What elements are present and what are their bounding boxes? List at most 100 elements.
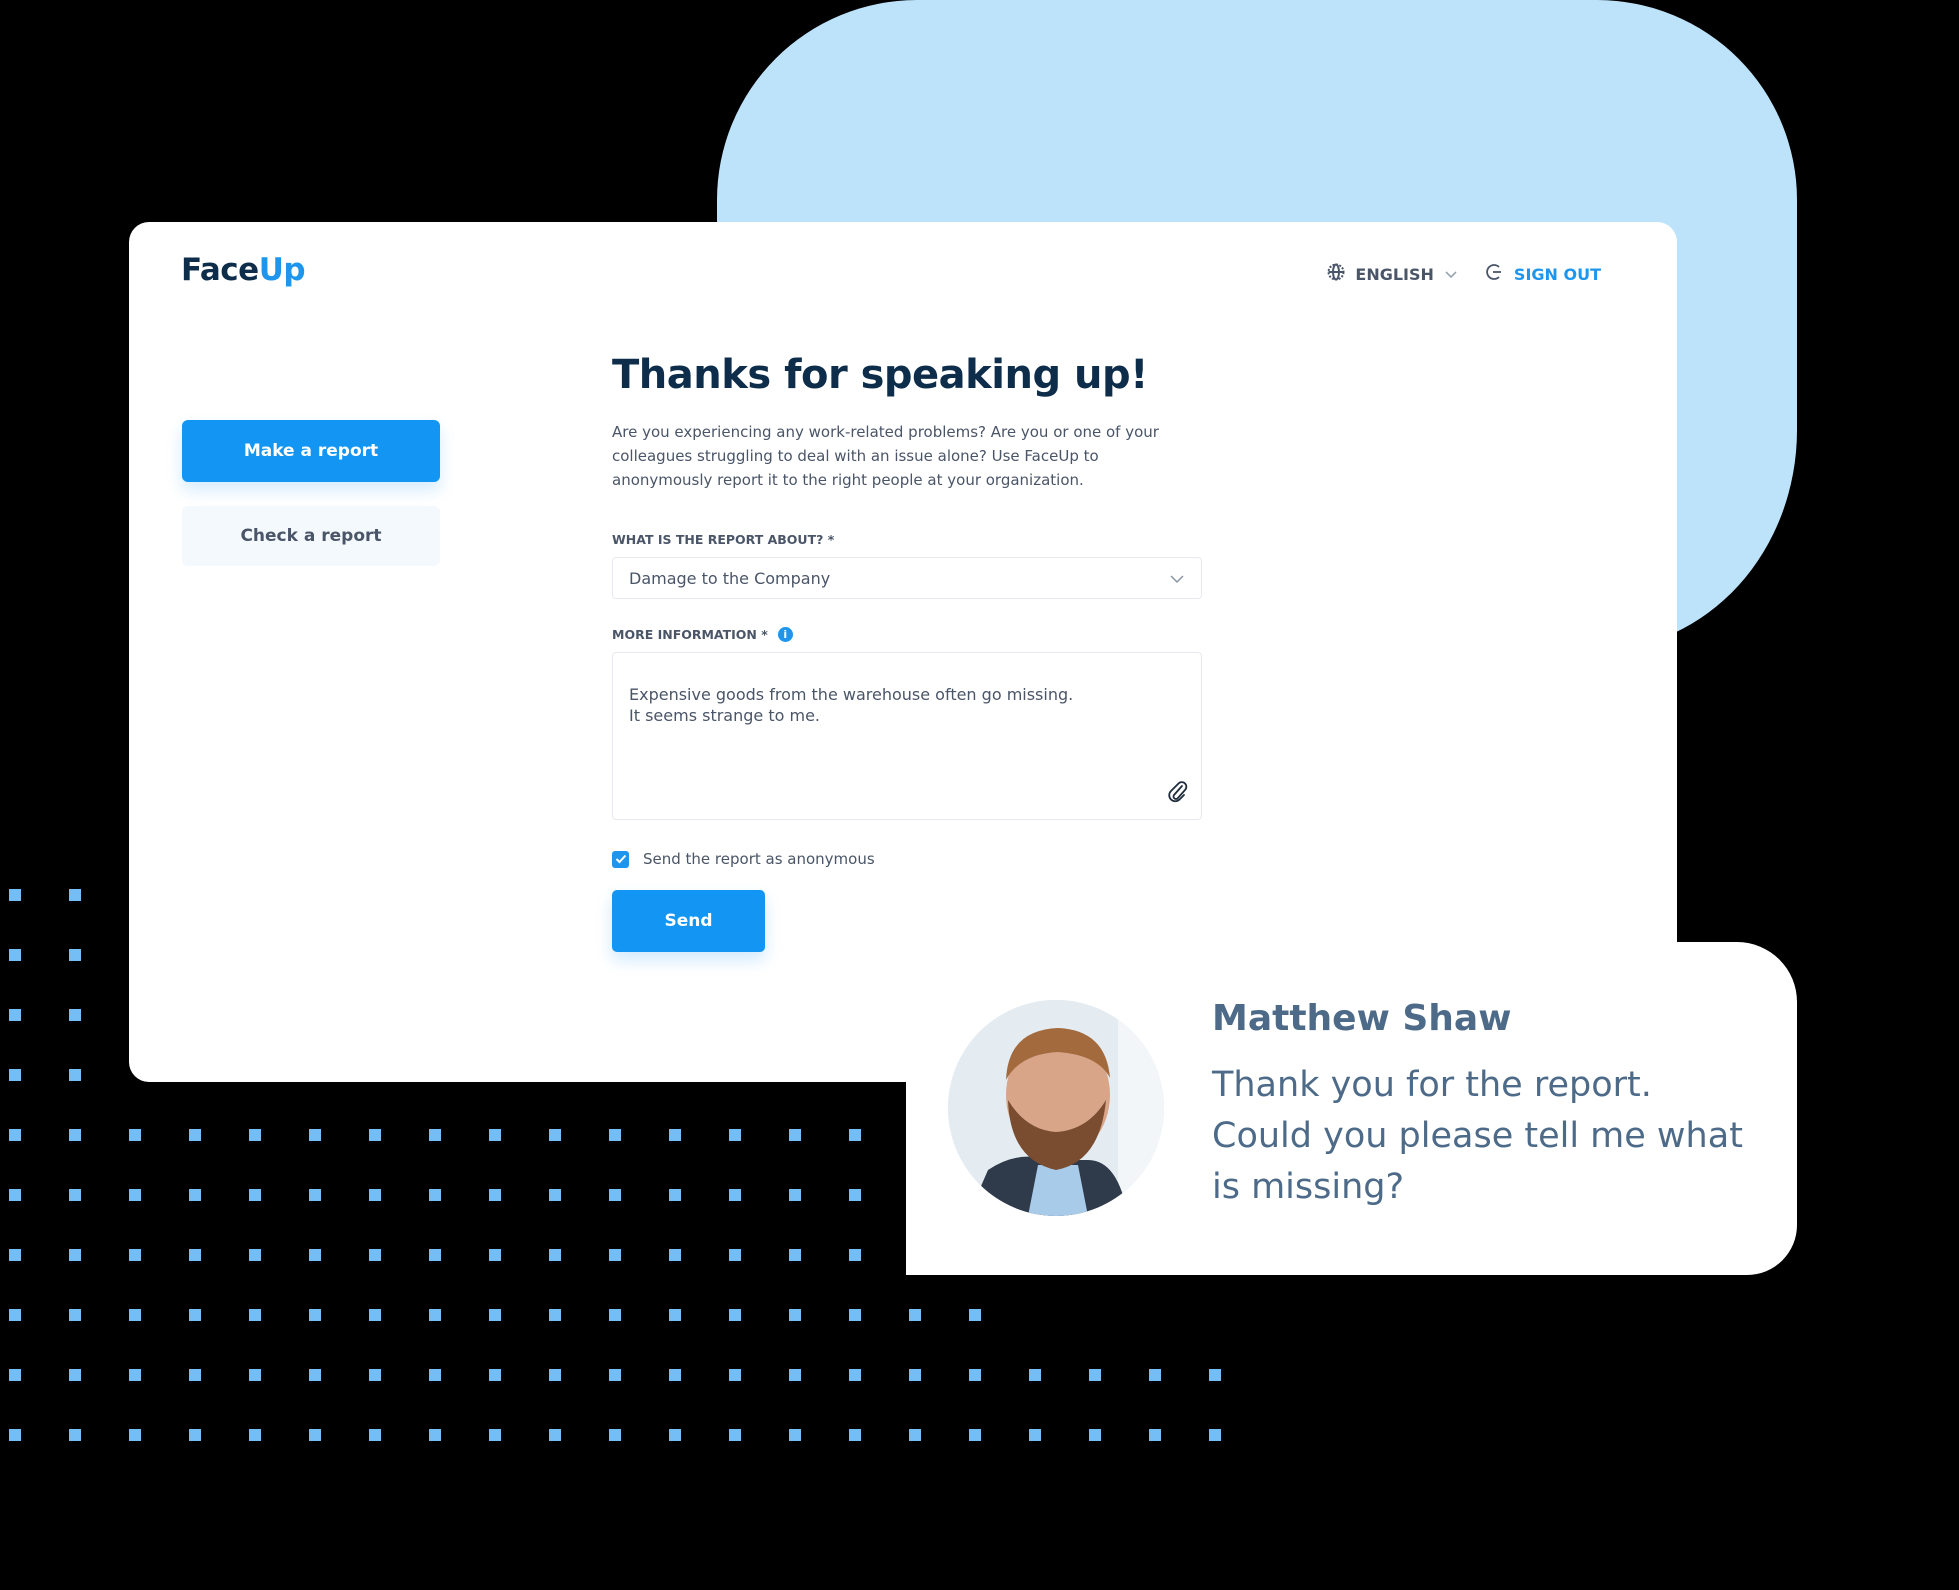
dot bbox=[129, 1249, 141, 1261]
dot bbox=[549, 1249, 561, 1261]
dot bbox=[729, 1189, 741, 1201]
dot bbox=[249, 1429, 261, 1441]
dot bbox=[909, 1369, 921, 1381]
dot bbox=[129, 1189, 141, 1201]
intro-text: Are you experiencing any work-related pr… bbox=[612, 423, 1159, 489]
dot bbox=[189, 1189, 201, 1201]
dot bbox=[549, 1369, 561, 1381]
paperclip-icon[interactable] bbox=[1167, 759, 1189, 809]
globe-icon bbox=[1327, 263, 1345, 285]
dot bbox=[309, 1309, 321, 1321]
dot bbox=[549, 1129, 561, 1141]
dot bbox=[969, 1429, 981, 1441]
dot bbox=[789, 1429, 801, 1441]
dot bbox=[69, 1189, 81, 1201]
dot bbox=[309, 1429, 321, 1441]
dot bbox=[249, 1309, 261, 1321]
anonymous-checkbox[interactable] bbox=[612, 850, 629, 868]
dot bbox=[849, 1309, 861, 1321]
dot bbox=[789, 1369, 801, 1381]
dot bbox=[429, 1309, 441, 1321]
dot bbox=[609, 1429, 621, 1441]
sign-out-label: SIGN OUT bbox=[1513, 264, 1601, 284]
dot bbox=[1149, 1369, 1161, 1381]
dot bbox=[729, 1369, 741, 1381]
topic-label: WHAT IS THE REPORT ABOUT? * bbox=[612, 532, 1202, 547]
dot bbox=[969, 1369, 981, 1381]
dot bbox=[69, 1369, 81, 1381]
dot bbox=[189, 1129, 201, 1141]
dot bbox=[9, 1249, 21, 1261]
check-report-button[interactable]: Check a report bbox=[182, 506, 440, 566]
more-info-textarea[interactable]: Expensive goods from the warehouse often… bbox=[612, 652, 1202, 820]
dot bbox=[9, 1429, 21, 1441]
dot bbox=[909, 1429, 921, 1441]
topic-value: Damage to the Company bbox=[629, 568, 831, 588]
dot bbox=[69, 1249, 81, 1261]
page-title: Thanks for speaking up! bbox=[612, 352, 1148, 398]
dot bbox=[1089, 1429, 1101, 1441]
dot bbox=[429, 1429, 441, 1441]
dot bbox=[189, 1249, 201, 1261]
more-info-label: MORE INFORMATION * i bbox=[612, 627, 1202, 642]
dot bbox=[129, 1129, 141, 1141]
info-icon[interactable]: i bbox=[777, 627, 793, 642]
sign-out-button[interactable]: SIGN OUT bbox=[1484, 262, 1601, 286]
chevron-down-icon bbox=[1444, 265, 1458, 284]
dot bbox=[1029, 1429, 1041, 1441]
dot bbox=[69, 889, 81, 901]
dot bbox=[69, 1309, 81, 1321]
dot bbox=[69, 1429, 81, 1441]
dot bbox=[489, 1429, 501, 1441]
dot bbox=[9, 1189, 21, 1201]
logo-text: Face bbox=[181, 252, 259, 288]
language-selector[interactable]: ENGLISH bbox=[1327, 263, 1458, 285]
dot bbox=[249, 1129, 261, 1141]
dot bbox=[849, 1249, 861, 1261]
dot bbox=[369, 1429, 381, 1441]
dot bbox=[729, 1249, 741, 1261]
send-button[interactable]: Send bbox=[612, 890, 765, 952]
dot bbox=[549, 1189, 561, 1201]
dot bbox=[69, 1129, 81, 1141]
dot bbox=[489, 1309, 501, 1321]
topic-select[interactable]: Damage to the Company bbox=[612, 557, 1202, 599]
dot bbox=[429, 1369, 441, 1381]
dot bbox=[609, 1309, 621, 1321]
dot bbox=[1209, 1369, 1221, 1381]
dot bbox=[969, 1309, 981, 1321]
chat-message-card: Matthew Shaw Thank you for the report. C… bbox=[906, 942, 1797, 1275]
dot bbox=[429, 1249, 441, 1261]
sender-name: Matthew Shaw bbox=[1212, 998, 1512, 1039]
dot bbox=[789, 1189, 801, 1201]
dot bbox=[609, 1369, 621, 1381]
topic-label-text: WHAT IS THE REPORT ABOUT? * bbox=[612, 532, 835, 547]
dot bbox=[9, 1009, 21, 1021]
dot bbox=[249, 1249, 261, 1261]
language-label: ENGLISH bbox=[1355, 264, 1434, 284]
dot bbox=[789, 1309, 801, 1321]
report-form: Thanks for speaking up! Are you experien… bbox=[612, 352, 1202, 952]
dot bbox=[429, 1189, 441, 1201]
dot bbox=[909, 1309, 921, 1321]
dot bbox=[1089, 1369, 1101, 1381]
dot bbox=[309, 1369, 321, 1381]
dot bbox=[489, 1189, 501, 1201]
faceup-logo[interactable]: FaceUp bbox=[181, 252, 306, 288]
dot bbox=[609, 1249, 621, 1261]
more-info-value: Expensive goods from the warehouse often… bbox=[629, 685, 1074, 725]
dot bbox=[669, 1369, 681, 1381]
dot bbox=[369, 1189, 381, 1201]
dot bbox=[129, 1429, 141, 1441]
make-report-button[interactable]: Make a report bbox=[182, 420, 440, 482]
dot bbox=[129, 1369, 141, 1381]
dot bbox=[9, 1309, 21, 1321]
dot bbox=[549, 1309, 561, 1321]
dot bbox=[309, 1249, 321, 1261]
dot bbox=[309, 1129, 321, 1141]
dot bbox=[69, 949, 81, 961]
dot bbox=[309, 1189, 321, 1201]
dot bbox=[609, 1189, 621, 1201]
dot bbox=[849, 1129, 861, 1141]
dot bbox=[729, 1429, 741, 1441]
